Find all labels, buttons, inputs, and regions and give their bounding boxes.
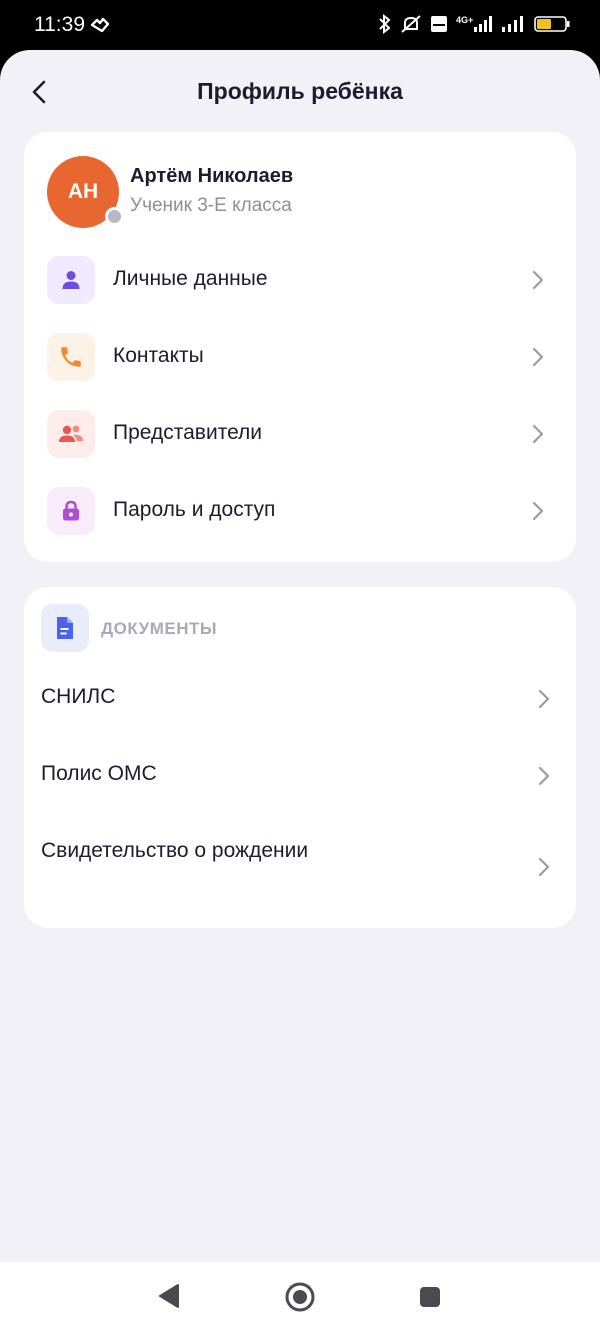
menu-item-representatives[interactable]: Представители bbox=[24, 402, 576, 466]
menu-item-password-access[interactable]: Пароль и доступ bbox=[24, 479, 576, 543]
menu-item-label: Личные данные bbox=[113, 267, 268, 290]
chevron-right-icon bbox=[532, 501, 544, 521]
navigation-bar bbox=[0, 1262, 600, 1333]
chevron-right-icon bbox=[532, 347, 544, 367]
svg-text:4G+: 4G+ bbox=[456, 15, 473, 25]
status-time: 11:39 bbox=[34, 13, 85, 36]
mute-icon bbox=[401, 15, 421, 33]
chevron-right-icon bbox=[538, 857, 550, 877]
status-icons: 4G+ bbox=[378, 14, 570, 34]
document-label: Свидетельство о рождении bbox=[41, 839, 309, 862]
page-title: Профиль ребёнка bbox=[197, 78, 403, 104]
people-icon bbox=[47, 410, 95, 458]
lock-icon bbox=[47, 487, 95, 535]
menu-item-personal-data[interactable]: Личные данные bbox=[24, 248, 576, 312]
document-label: СНИЛС bbox=[41, 685, 116, 708]
notification-icon bbox=[90, 17, 110, 33]
menu-item-label: Представители bbox=[113, 421, 263, 444]
chevron-right-icon bbox=[532, 424, 544, 444]
document-item-birth-certificate[interactable]: Свидетельство о рождении bbox=[24, 821, 576, 911]
child-name: Артём Николаев bbox=[130, 165, 294, 187]
chevron-right-icon bbox=[532, 270, 544, 290]
status-bar: 11:39 4G+ bbox=[0, 0, 600, 52]
profile-card: АН Артём Николаев Ученик 3-Е класса Личн… bbox=[24, 132, 576, 562]
menu-item-label: Контакты bbox=[113, 344, 204, 367]
status-dot bbox=[105, 207, 124, 226]
signal-icon bbox=[502, 16, 523, 32]
home-nav-button[interactable] bbox=[285, 1282, 315, 1312]
profile-screen: Профиль ребёнка АН Артём Николаев Ученик… bbox=[0, 50, 600, 1262]
document-icon bbox=[41, 604, 89, 652]
phone-icon bbox=[47, 333, 95, 381]
child-class: Ученик 3-Е класса bbox=[130, 195, 292, 216]
menu-item-contacts[interactable]: Контакты bbox=[24, 325, 576, 389]
document-item-oms[interactable]: Полис ОМС bbox=[24, 744, 576, 808]
volte-icon bbox=[431, 16, 447, 32]
bluetooth-icon bbox=[379, 14, 391, 34]
signal-4g-icon: 4G+ bbox=[456, 15, 492, 32]
chevron-right-icon bbox=[538, 689, 550, 709]
document-item-snils[interactable]: СНИЛС bbox=[24, 667, 576, 731]
documents-heading: ДОКУМЕНТЫ bbox=[101, 619, 218, 638]
recents-nav-button[interactable] bbox=[418, 1285, 442, 1309]
documents-card: ДОКУМЕНТЫ СНИЛС Полис ОМС Свидетельство … bbox=[24, 587, 576, 928]
battery-icon bbox=[534, 16, 570, 32]
chevron-right-icon bbox=[538, 766, 550, 786]
document-label: Полис ОМС bbox=[41, 762, 157, 785]
menu-item-label: Пароль и доступ bbox=[113, 498, 276, 521]
person-icon bbox=[47, 256, 95, 304]
back-nav-button[interactable] bbox=[156, 1282, 182, 1310]
